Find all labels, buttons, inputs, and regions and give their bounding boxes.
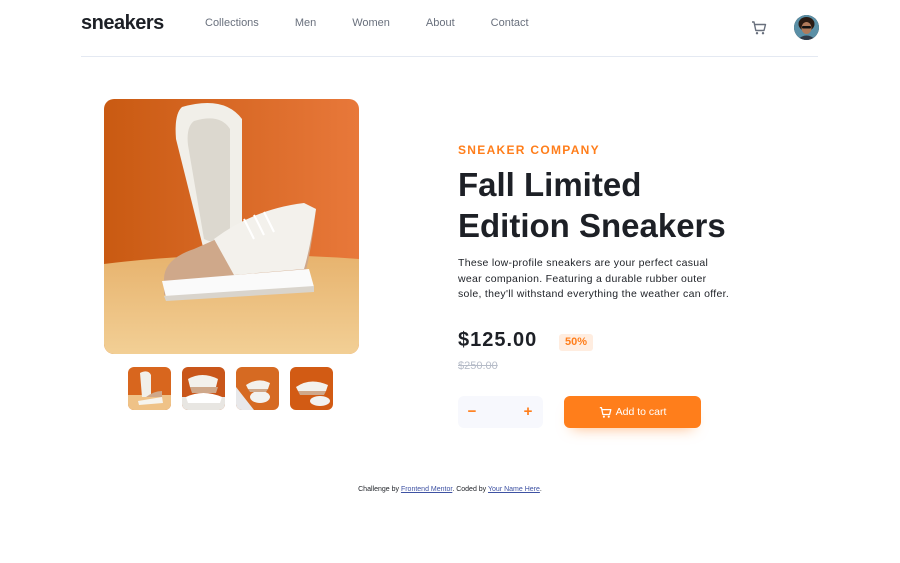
nav-link-men[interactable]: Men — [295, 17, 316, 29]
thumbnail-4[interactable] — [290, 367, 333, 410]
current-price: $125.00 — [458, 329, 538, 351]
attribution-footer: Challenge by Frontend Mentor. Coded by Y… — [0, 486, 900, 493]
nav-link-women[interactable]: Women — [352, 17, 390, 29]
footer-prefix: Challenge by — [358, 486, 399, 493]
cart-icon — [599, 406, 612, 419]
product-description: These low-profile sneakers are your perf… — [458, 257, 730, 300]
cart-icon[interactable] — [751, 20, 767, 36]
footer-suffix: . — [539, 486, 542, 493]
main-product-image[interactable] — [104, 99, 359, 354]
original-price: $250.00 — [458, 360, 498, 372]
logo[interactable]: sneakers — [81, 12, 164, 35]
author-link[interactable]: Your Name Here — [488, 486, 540, 493]
company-name: SNEAKER COMPANY — [458, 143, 600, 157]
frontend-mentor-link[interactable]: Frontend Mentor — [401, 486, 452, 493]
add-to-cart-label: Add to cart — [615, 406, 667, 418]
product-title-line-2: Edition Sneakers — [458, 207, 726, 244]
product-title: Fall Limited Edition Sneakers — [458, 164, 758, 246]
nav-link-collections[interactable]: Collections — [205, 17, 259, 29]
thumbnail-2[interactable] — [182, 367, 225, 410]
thumbnail-1[interactable] — [128, 367, 171, 410]
nav-link-about[interactable]: About — [426, 17, 455, 29]
main-nav: Collections Men Women About Contact — [205, 17, 565, 29]
avatar[interactable] — [794, 15, 819, 40]
header: sneakers Collections Men Women About Con… — [81, 0, 819, 57]
add-to-cart-button[interactable]: Add to cart — [564, 396, 701, 428]
decrease-quantity-button[interactable]: − — [466, 402, 478, 422]
discount-badge: 50% — [559, 334, 594, 351]
increase-quantity-button[interactable]: + — [522, 402, 534, 422]
thumbnail-strip — [128, 367, 333, 410]
quantity-stepper: − + — [458, 396, 543, 428]
thumbnail-3[interactable] — [236, 367, 279, 410]
nav-link-contact[interactable]: Contact — [491, 17, 529, 29]
product-title-line-1: Fall Limited — [458, 166, 642, 203]
footer-middle: . Coded by — [452, 486, 487, 493]
